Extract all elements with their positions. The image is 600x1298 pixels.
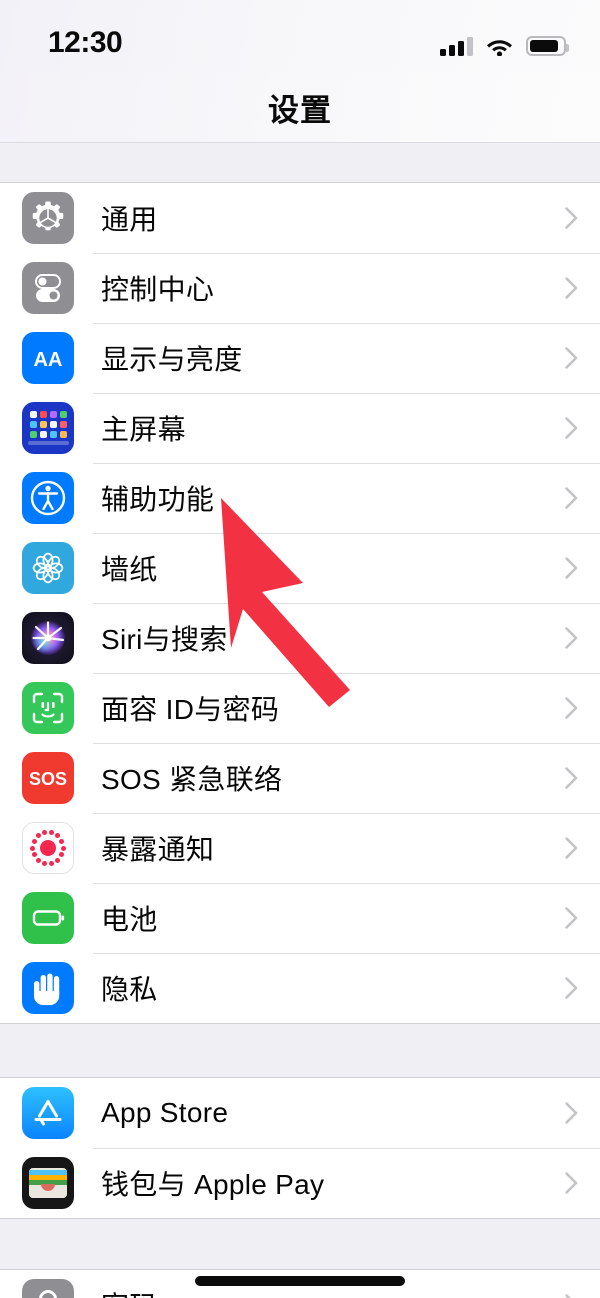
wifi-icon <box>486 36 513 56</box>
settings-row[interactable]: 主屏幕 <box>0 393 600 463</box>
settings-row[interactable]: 钱包与 Apple Pay <box>0 1148 600 1218</box>
settings-row-label: 暴露通知 <box>101 834 215 865</box>
sos-icon: SOS <box>22 752 74 804</box>
password-key-icon <box>22 1279 74 1298</box>
settings-row[interactable]: AA 显示与亮度 <box>0 323 600 393</box>
wallpaper-icon <box>22 542 74 594</box>
face-id-icon <box>22 682 74 734</box>
status-bar-clock: 12:30 <box>48 26 123 59</box>
svg-text:AA: AA <box>34 349 63 371</box>
toggles-icon <box>22 262 74 314</box>
chevron-right-icon <box>565 837 578 859</box>
gear-icon <box>22 192 74 244</box>
settings-row-label: 主屏幕 <box>101 414 186 445</box>
settings-row-label: 辅助功能 <box>101 484 215 515</box>
settings-row[interactable]: SOS SOS 紧急联络 <box>0 743 600 813</box>
settings-row-label: 电池 <box>101 904 158 935</box>
chevron-right-icon <box>565 347 578 369</box>
navigation-bar: 设置 <box>0 72 600 143</box>
display-aa-icon: AA <box>22 332 74 384</box>
iphone-settings-screen: 12:30 设置 通用 控制中心 AA 显示与亮度 主屏幕 辅助功能 墙纸 Si… <box>0 0 600 1298</box>
settings-row[interactable]: Siri与搜索 <box>0 603 600 673</box>
group-spacer-top <box>0 143 600 182</box>
chevron-right-icon <box>565 487 578 509</box>
chevron-right-icon <box>565 1102 578 1124</box>
svg-text:SOS: SOS <box>29 769 67 789</box>
settings-row-label: 密码 <box>101 1285 158 1298</box>
settings-row-label: 钱包与 Apple Pay <box>101 1169 325 1200</box>
chevron-right-icon <box>565 557 578 579</box>
home-indicator <box>195 1276 405 1286</box>
battery-icon <box>526 36 569 56</box>
battery-settings-icon <box>22 892 74 944</box>
chevron-right-icon <box>565 277 578 299</box>
page-title: 设置 <box>268 92 332 128</box>
settings-row[interactable]: 控制中心 <box>0 253 600 323</box>
settings-row-label: 墙纸 <box>101 554 158 585</box>
settings-row[interactable]: 辅助功能 <box>0 463 600 533</box>
chevron-right-icon <box>565 417 578 439</box>
chevron-right-icon <box>565 627 578 649</box>
status-bar-indicators <box>440 30 569 56</box>
settings-row-label: App Store <box>101 1097 229 1128</box>
settings-row-label: 隐私 <box>101 974 158 1005</box>
settings-row[interactable]: App Store <box>0 1078 600 1148</box>
chevron-right-icon <box>565 907 578 929</box>
settings-row[interactable]: 电池 <box>0 883 600 953</box>
settings-row-label: 控制中心 <box>101 274 215 305</box>
chevron-right-icon <box>565 977 578 999</box>
wallet-icon <box>22 1157 74 1209</box>
group-system: 通用 控制中心 AA 显示与亮度 主屏幕 辅助功能 墙纸 Siri与搜索 面容 … <box>0 182 600 1024</box>
chevron-right-icon <box>565 697 578 719</box>
settings-row[interactable]: 通用 <box>0 183 600 253</box>
settings-list[interactable]: 通用 控制中心 AA 显示与亮度 主屏幕 辅助功能 墙纸 Siri与搜索 面容 … <box>0 143 600 1298</box>
chevron-right-icon <box>565 1294 578 1298</box>
settings-row-label: 面容 ID与密码 <box>101 694 280 725</box>
accessibility-icon <box>22 472 74 524</box>
status-bar: 12:30 <box>0 0 600 72</box>
settings-row-label: 通用 <box>101 204 158 235</box>
privacy-hand-icon <box>22 962 74 1014</box>
siri-icon <box>22 612 74 664</box>
chevron-right-icon <box>565 767 578 789</box>
exposure-notification-icon <box>22 822 74 874</box>
settings-row-label: SOS 紧急联络 <box>101 764 283 795</box>
group-spacer <box>0 1219 600 1269</box>
app-store-icon <box>22 1087 74 1139</box>
chevron-right-icon <box>565 207 578 229</box>
chevron-right-icon <box>565 1172 578 1194</box>
settings-row[interactable]: 暴露通知 <box>0 813 600 883</box>
settings-row-label: Siri与搜索 <box>101 624 228 655</box>
settings-row[interactable]: 面容 ID与密码 <box>0 673 600 743</box>
settings-row[interactable]: 墙纸 <box>0 533 600 603</box>
home-screen-icon <box>22 402 74 454</box>
group-spacer <box>0 1024 600 1077</box>
cellular-signal-icon <box>440 36 473 56</box>
group-store: App Store 钱包与 Apple Pay <box>0 1077 600 1219</box>
settings-row[interactable]: 隐私 <box>0 953 600 1023</box>
settings-row-label: 显示与亮度 <box>101 344 243 375</box>
